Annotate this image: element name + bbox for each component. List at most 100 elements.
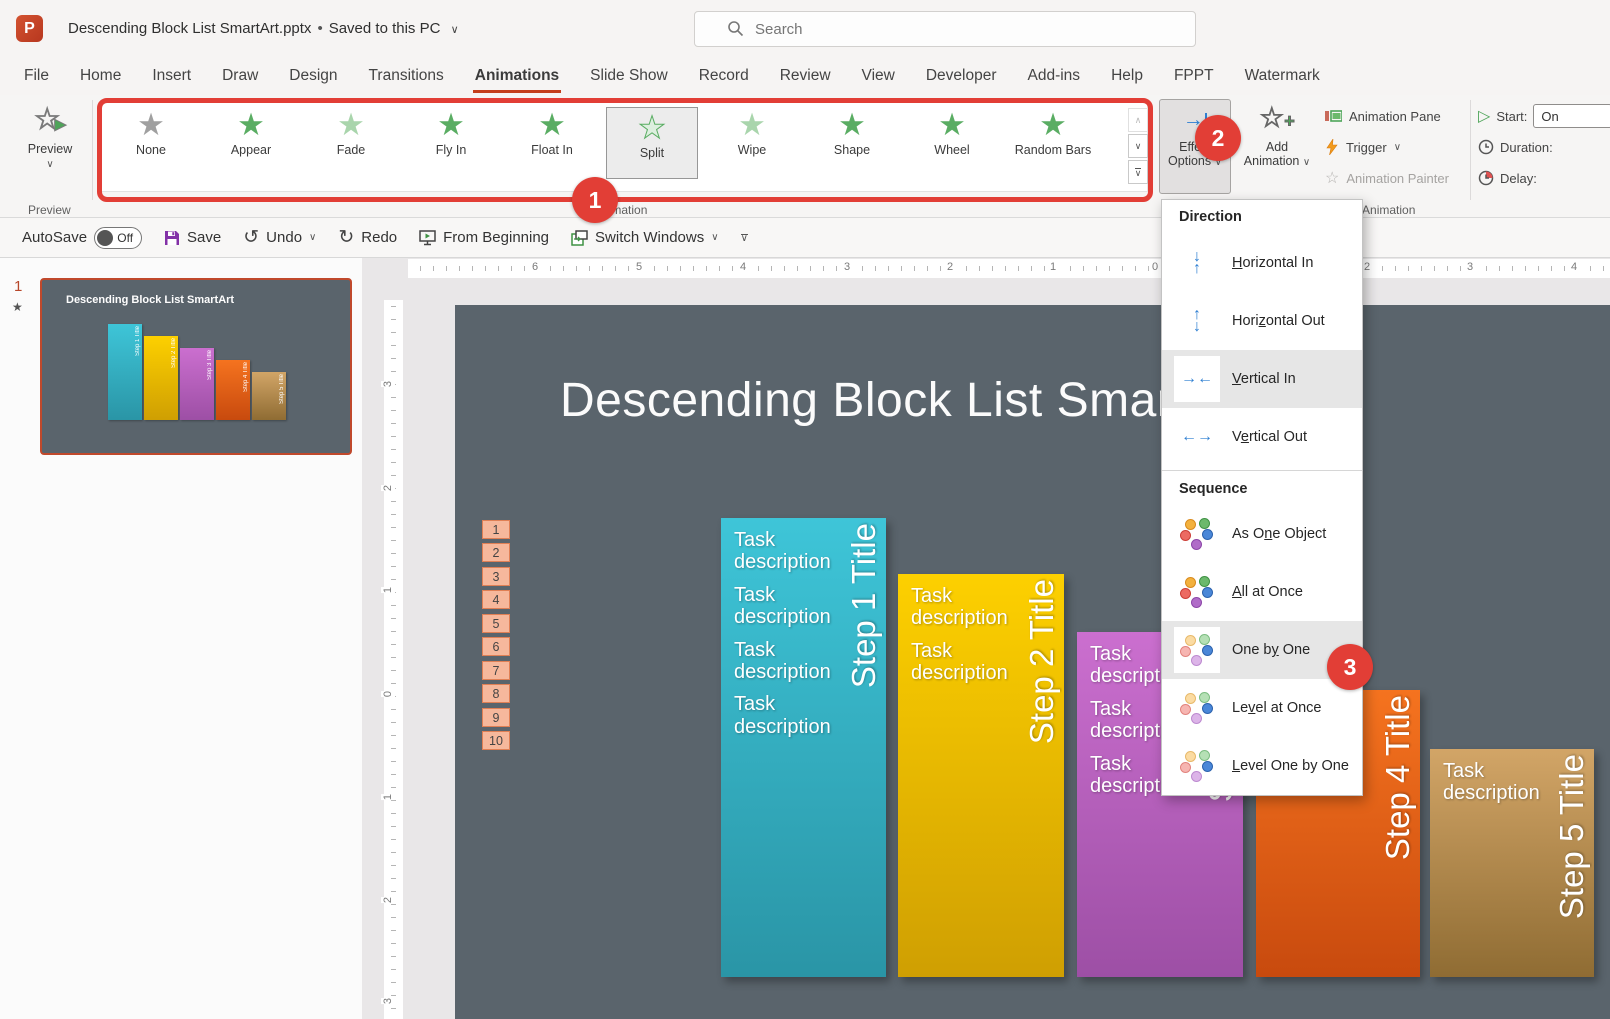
preview-button[interactable]: ☆▶ Preview ∨ bbox=[18, 103, 82, 195]
slides-panel: 1 ★ Descending Block List SmartArt Step … bbox=[0, 258, 362, 1019]
slide-thumbnail[interactable]: Descending Block List SmartArt Step 1 Ti… bbox=[40, 278, 352, 455]
tab-review[interactable]: Review bbox=[780, 67, 831, 85]
delay-label: Delay: bbox=[1500, 171, 1537, 186]
animation-label: Appear bbox=[231, 143, 271, 157]
tab-help[interactable]: Help bbox=[1111, 67, 1143, 85]
animation-sequence-badge: 2 bbox=[482, 543, 510, 562]
chevron-down-icon: ∨ bbox=[1394, 142, 1401, 153]
tab-animations[interactable]: Animations bbox=[475, 67, 559, 85]
menu-item-all-at-once[interactable]: All at Once bbox=[1162, 563, 1362, 621]
smartart-block-step-5[interactable]: Task description Step 5 Title bbox=[1430, 749, 1594, 977]
animation-sequence-badge: 7 bbox=[482, 661, 510, 680]
tab-view[interactable]: View bbox=[862, 67, 895, 85]
gallery-scroll-down-button[interactable]: ∨ bbox=[1128, 134, 1148, 158]
animation-random-bars[interactable]: ★Random Bars bbox=[1007, 107, 1099, 179]
ruler-number: 0 bbox=[381, 691, 395, 697]
menu-item-label: All at Once bbox=[1232, 584, 1303, 600]
toggle-knob bbox=[97, 230, 113, 246]
animation-wheel[interactable]: ★Wheel bbox=[906, 107, 998, 179]
menu-item-horizontal-in[interactable]: ↓↑ Horizontal In bbox=[1162, 234, 1362, 292]
menu-item-level-at-once[interactable]: Level at Once bbox=[1162, 679, 1362, 737]
search-box[interactable] bbox=[694, 11, 1196, 47]
tab-add-ins[interactable]: Add-ins bbox=[1028, 67, 1081, 85]
tab-developer[interactable]: Developer bbox=[926, 67, 997, 85]
animation-none[interactable]: ★None bbox=[105, 107, 197, 179]
gallery-scroll-up-button[interactable]: ∧ bbox=[1128, 108, 1148, 132]
animation-split[interactable]: ★Split bbox=[606, 107, 698, 179]
animation-sequence-badge: 10 bbox=[482, 731, 510, 750]
animation-shape[interactable]: ★Shape bbox=[806, 107, 898, 179]
gallery-more-button[interactable]: ∨ bbox=[1128, 160, 1148, 184]
start-label: Start: bbox=[1496, 109, 1527, 124]
smartart-block-step-2[interactable]: Task description Task description Step 2… bbox=[898, 574, 1064, 977]
vertical-ruler[interactable]: 3 2 1 0 1 2 3 bbox=[384, 300, 403, 1019]
from-beginning-button[interactable]: From Beginning bbox=[419, 229, 549, 246]
save-button[interactable]: Save bbox=[164, 229, 221, 246]
smartart-block-step-1[interactable]: Task description Task description Task d… bbox=[721, 518, 886, 977]
clock-icon bbox=[1478, 139, 1494, 155]
tab-transitions[interactable]: Transitions bbox=[369, 67, 444, 85]
powerpoint-logo-icon[interactable]: P bbox=[16, 15, 43, 42]
menu-item-level-one-by-one[interactable]: Level One by One bbox=[1162, 737, 1362, 795]
from-beginning-label: From Beginning bbox=[443, 229, 549, 246]
chevron-down-icon: ∨ bbox=[1303, 157, 1310, 168]
undo-button[interactable]: ↺ Undo ∨ bbox=[243, 226, 316, 249]
animation-appear[interactable]: ★Appear bbox=[205, 107, 297, 179]
search-input[interactable] bbox=[753, 17, 1177, 41]
chevron-down-icon[interactable]: ∨ bbox=[451, 24, 459, 36]
animation-pane-label: Animation Pane bbox=[1349, 109, 1441, 124]
menu-item-label: Vertical Out bbox=[1232, 429, 1307, 445]
slide-title[interactable]: Descending Block List SmartArt bbox=[560, 373, 1250, 428]
menu-item-label: As One Object bbox=[1232, 526, 1326, 542]
animation-sequence-badge: 6 bbox=[482, 637, 510, 656]
ruler-number: 1 bbox=[381, 794, 395, 800]
tab-slide-show[interactable]: Slide Show bbox=[590, 67, 668, 85]
thumb-block-title: Step 3 Title bbox=[207, 350, 213, 380]
menu-item-horizontal-out[interactable]: ↑↓ Horizontal Out bbox=[1162, 292, 1362, 350]
task-description: Task description bbox=[911, 585, 1023, 630]
more-commands-icon: ∨ bbox=[741, 234, 748, 242]
ruler-number: 3 bbox=[381, 998, 395, 1004]
tab-fppt[interactable]: FPPT bbox=[1174, 67, 1214, 85]
ruler-number: 1 bbox=[381, 587, 395, 593]
add-animation-label: Add bbox=[1266, 140, 1288, 154]
tab-home[interactable]: Home bbox=[80, 67, 121, 85]
group-separator bbox=[92, 100, 93, 200]
vertical-out-icon: ←→ bbox=[1174, 414, 1220, 460]
menu-item-vertical-out[interactable]: ←→ Vertical Out bbox=[1162, 408, 1362, 466]
trigger-button[interactable]: Trigger ∨ bbox=[1325, 136, 1401, 158]
tab-design[interactable]: Design bbox=[289, 67, 337, 85]
redo-button[interactable]: ↻ Redo bbox=[338, 226, 397, 249]
start-select[interactable]: On bbox=[1533, 104, 1610, 128]
animation-fade[interactable]: ★Fade bbox=[305, 107, 397, 179]
tab-watermark[interactable]: Watermark bbox=[1245, 67, 1320, 85]
tab-draw[interactable]: Draw bbox=[222, 67, 258, 85]
menu-item-vertical-in[interactable]: →← Vertical In bbox=[1162, 350, 1362, 408]
chevron-down-icon[interactable]: ∨ bbox=[309, 232, 316, 243]
menu-item-as-one-object[interactable]: As One Object bbox=[1162, 505, 1362, 563]
tab-record[interactable]: Record bbox=[699, 67, 749, 85]
qat-overflow-button[interactable]: ∨ bbox=[741, 234, 748, 242]
autosave-toggle[interactable]: Off bbox=[94, 227, 142, 249]
animation-pane-button[interactable]: Animation Pane bbox=[1325, 105, 1441, 127]
add-animation-button[interactable]: ☆+ Add Animation ∨ bbox=[1240, 99, 1314, 194]
switch-windows-button[interactable]: Switch Windows ∨ bbox=[571, 229, 719, 246]
task-list: Task description bbox=[1443, 760, 1555, 815]
animation-float-in[interactable]: ★Float In bbox=[506, 107, 598, 179]
tab-insert[interactable]: Insert bbox=[152, 67, 191, 85]
title-bar: P Descending Block List SmartArt.pptx•Sa… bbox=[0, 0, 1610, 57]
tab-file[interactable]: File bbox=[24, 67, 49, 85]
animation-fly-in[interactable]: ★Fly In bbox=[405, 107, 497, 179]
animation-wipe[interactable]: ★Wipe bbox=[706, 107, 798, 179]
slide-canvas[interactable]: Descending Block List SmartArt 1 2 3 4 5… bbox=[455, 305, 1610, 1019]
chevron-down-icon: ∨ bbox=[711, 232, 718, 243]
trigger-label: Trigger bbox=[1346, 140, 1387, 155]
animation-label: Random Bars bbox=[1015, 143, 1091, 157]
lightning-icon bbox=[1325, 139, 1339, 155]
horizontal-ruler[interactable]: 6 5 4 3 2 1 0 2 3 4 bbox=[408, 259, 1610, 278]
ruler-number: 2 bbox=[944, 261, 956, 273]
animation-label: Split bbox=[640, 146, 664, 160]
saved-status[interactable]: Saved to this PC bbox=[329, 20, 441, 37]
animation-label: Fly In bbox=[436, 143, 467, 157]
horizontal-out-icon: ↑↓ bbox=[1174, 298, 1220, 344]
